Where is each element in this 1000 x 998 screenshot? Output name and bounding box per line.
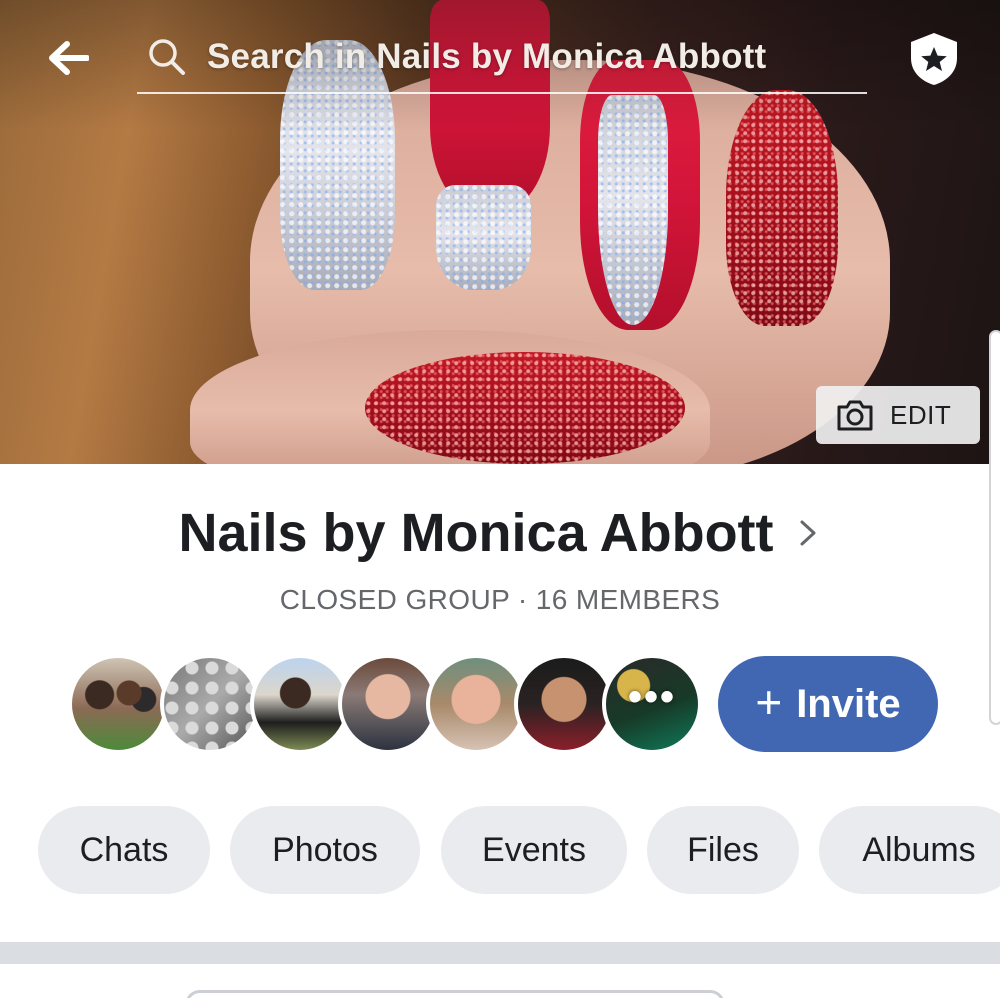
chevron-right-icon — [800, 520, 816, 546]
search-input[interactable]: Search in Nails by Monica Abbott — [137, 22, 867, 94]
group-title[interactable]: Nails by Monica Abbott — [0, 502, 1000, 564]
member-avatar[interactable] — [426, 654, 526, 754]
tab-albums[interactable]: Albums — [819, 806, 1000, 894]
member-avatar[interactable] — [68, 654, 168, 754]
thumb-nail — [365, 352, 685, 464]
search-icon — [145, 35, 189, 79]
plus-icon: + — [755, 676, 783, 728]
back-button[interactable] — [40, 30, 96, 86]
invite-label: Invite — [796, 681, 901, 726]
tab-chats[interactable]: Chats — [38, 806, 210, 894]
back-arrow-icon — [49, 41, 89, 75]
section-divider — [0, 942, 1000, 964]
nail-2-tip — [436, 185, 531, 290]
invite-button[interactable]: + Invite — [718, 656, 938, 752]
composer-input[interactable] — [185, 990, 725, 998]
group-name: Nails by Monica Abbott — [178, 503, 774, 563]
edit-cover-label: EDIT — [890, 399, 952, 430]
camera-icon — [837, 400, 873, 431]
member-avatar[interactable] — [160, 654, 260, 754]
edge-scroll-handle[interactable] — [989, 330, 1000, 725]
member-avatar[interactable] — [250, 654, 350, 754]
more-members-avatar[interactable]: ••• — [602, 654, 702, 754]
search-placeholder: Search in Nails by Monica Abbott — [207, 37, 767, 76]
tab-events[interactable]: Events — [441, 806, 627, 894]
member-avatar[interactable] — [514, 654, 614, 754]
admin-star-shield-icon — [911, 33, 957, 85]
more-icon: ••• — [627, 675, 676, 719]
tab-files[interactable]: Files — [647, 806, 799, 894]
group-tabs: Chats Photos Events Files Albums — [0, 806, 1000, 896]
tab-photos[interactable]: Photos — [230, 806, 420, 894]
member-avatar[interactable] — [338, 654, 438, 754]
admin-badge-button[interactable] — [905, 30, 963, 88]
edit-cover-button[interactable]: EDIT — [816, 386, 980, 444]
group-meta: CLOSED GROUP · 16 MEMBERS — [279, 584, 721, 615]
